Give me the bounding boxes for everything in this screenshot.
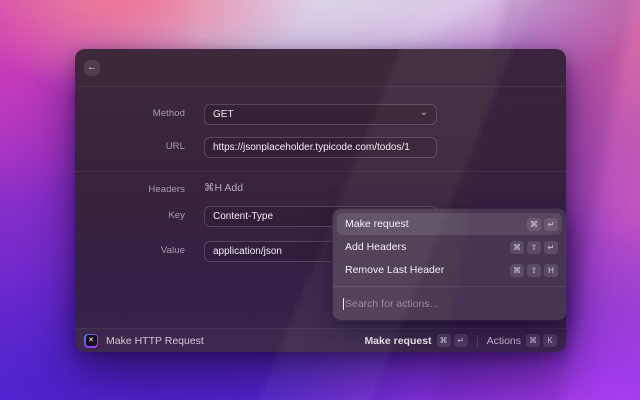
action-item[interactable]: Remove Last Header ⌘ ⇧ H — [337, 259, 562, 281]
extension-icon: ✕ — [84, 333, 98, 348]
action-item-label: Make request — [345, 218, 409, 230]
window-header: ← — [75, 49, 566, 86]
actions-button[interactable]: Actions — [487, 335, 521, 347]
method-select[interactable]: GET ⌄ — [204, 104, 437, 125]
method-label: Method — [152, 108, 185, 119]
shortcut-key: ⌘ — [436, 334, 451, 347]
shortcut-key: ⇧ — [527, 240, 541, 254]
primary-action-button[interactable]: Make request — [364, 335, 431, 347]
action-list: Make request ⌘ ↵ Add Headers ⌘ ⇧ ↵ Remove Last … — [337, 213, 562, 282]
header-key-value: Content-Type — [213, 211, 274, 222]
shortcut-key: H — [544, 263, 558, 277]
action-search-placeholder: Search for actions... — [345, 297, 439, 310]
x-glyph-icon: ✕ — [88, 337, 94, 344]
add-header-hint[interactable]: ⌘H Add — [204, 182, 243, 194]
shortcut-key: ⌘ — [526, 334, 540, 347]
command-title: Make HTTP Request — [106, 334, 204, 347]
url-input[interactable]: https://jsonplaceholder.typicode.com/tod… — [204, 137, 437, 158]
shortcut-key: ↵ — [544, 217, 558, 231]
action-panel: Make request ⌘ ↵ Add Headers ⌘ ⇧ ↵ Remove Last … — [333, 209, 566, 320]
header-value-label: Value — [160, 245, 185, 256]
text-cursor — [343, 297, 344, 310]
shortcut-key: ⌘ — [527, 217, 541, 231]
method-value: GET — [213, 109, 234, 120]
chevron-down-icon: ⌄ — [419, 106, 428, 118]
primary-action-shortcut: ⌘ ↵ — [436, 334, 468, 347]
action-item-label: Remove Last Header — [345, 264, 445, 276]
back-button[interactable]: ← — [84, 60, 100, 76]
header-value-value: application/json — [213, 246, 282, 257]
actions-shortcut: ⌘ K — [526, 334, 557, 347]
action-item-shortcut: ⌘ ⇧ H — [510, 263, 558, 277]
shortcut-key: ⌘ — [510, 263, 524, 277]
shortcut-key: ⇧ — [527, 263, 541, 277]
status-bar-separator — [476, 334, 478, 347]
url-label: URL — [165, 141, 185, 152]
action-item[interactable]: Make request ⌘ ↵ — [337, 213, 562, 235]
shortcut-key: ↵ — [453, 334, 468, 347]
url-value: https://jsonplaceholder.typicode.com/tod… — [213, 142, 410, 153]
headers-label: Headers — [148, 184, 185, 195]
shortcut-key: ↵ — [544, 240, 558, 254]
action-item-label: Add Headers — [345, 241, 407, 253]
form-section-divider — [75, 171, 566, 172]
action-item-shortcut: ⌘ ↵ — [527, 217, 558, 231]
header-divider — [75, 86, 566, 87]
action-item[interactable]: Add Headers ⌘ ⇧ ↵ — [337, 236, 562, 258]
back-arrow-icon: ← — [87, 62, 97, 73]
action-search-input[interactable]: Search for actions... — [333, 287, 566, 320]
header-key-label: Key — [168, 210, 185, 221]
shortcut-key: ⌘ — [510, 240, 524, 254]
shortcut-key: K — [543, 334, 557, 347]
action-item-shortcut: ⌘ ⇧ ↵ — [510, 240, 558, 254]
desktop-wallpaper: ← Method GET ⌄ URL https://jsonplacehold… — [0, 0, 640, 400]
status-bar: ✕ Make HTTP Request Make request ⌘ ↵ Acti… — [75, 328, 566, 352]
